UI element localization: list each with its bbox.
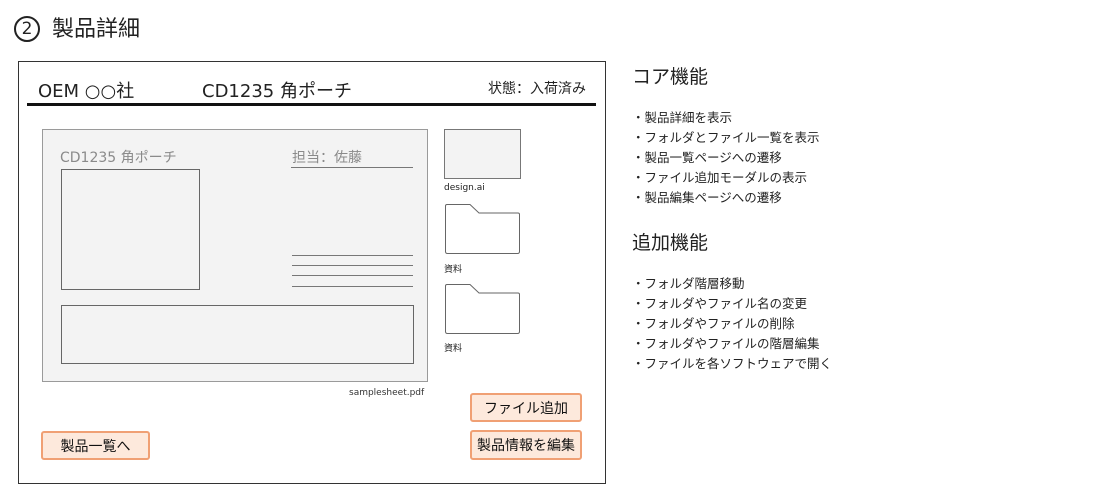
description-placeholder [61,305,414,364]
product-list-button[interactable]: 製品一覧へ [41,431,150,460]
core-features-list: ・製品詳細を表示 ・フォルダとファイル一覧を表示 ・製品一覧ページへの遷移 ・フ… [632,108,820,208]
product-image-placeholder [61,169,200,290]
list-item: ・ファイルを各ソフトウェアで開く [632,356,833,371]
list-item: ・ファイル追加モーダルの表示 [632,170,808,185]
folder-icon[interactable] [444,283,521,335]
add-file-button[interactable]: ファイル追加 [470,393,582,422]
spec-line [292,286,413,287]
sheet-file-name: samplesheet.pdf [349,388,425,398]
status-text: 状態：入荷済み [488,81,586,97]
list-item: ・フォルダ階層移動 [632,276,745,291]
spec-line [292,255,413,256]
extra-features-list: ・フォルダ階層移動 ・フォルダやファイル名の変更 ・フォルダやファイルの削除 ・… [632,274,832,374]
extra-features-title: 追加機能 [632,232,709,254]
sheet-product-title: CD1235 角ポーチ [60,150,177,166]
step-number-badge: 2 [14,16,40,42]
list-item: ・フォルダとファイル一覧を表示 [632,130,820,145]
file-name: design.ai [444,183,485,193]
page-heading: 製品詳細 [52,17,141,42]
folder-name: 資料 [444,265,463,275]
list-item: ・製品一覧ページへの遷移 [632,150,782,165]
file-thumbnail[interactable] [444,129,521,179]
folder-name: 資料 [444,344,463,354]
sheet-owner: 担当：佐藤 [292,150,362,166]
owner-underline [291,167,413,168]
header-product-name: CD1235 角ポーチ [202,81,352,102]
spec-line [292,265,413,266]
header-divider [27,103,596,106]
header-company: OEM ○○社 [38,81,135,102]
list-item: ・フォルダやファイルの階層編集 [632,336,820,351]
list-item: ・フォルダやファイル名の変更 [632,296,808,311]
list-item: ・製品編集ページへの遷移 [632,190,782,205]
list-item: ・フォルダやファイルの削除 [632,316,795,331]
core-features-title: コア機能 [632,66,709,88]
folder-icon[interactable] [444,203,521,255]
spec-line [292,275,413,276]
list-item: ・製品詳細を表示 [632,110,733,125]
edit-product-button[interactable]: 製品情報を編集 [470,430,582,460]
